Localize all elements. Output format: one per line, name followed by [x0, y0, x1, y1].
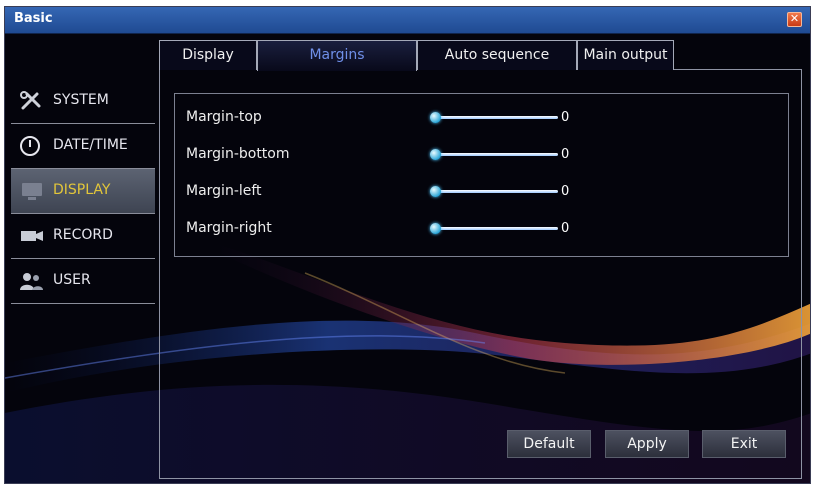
margin-top-label: Margin-top — [186, 109, 262, 125]
sidebar-item-label: USER — [53, 272, 91, 288]
tab-display[interactable]: Display — [159, 40, 257, 70]
sidebar-item-display[interactable]: DISPLAY — [11, 169, 155, 214]
sidebar-item-label: RECORD — [53, 227, 113, 243]
camera-icon — [21, 231, 43, 241]
margin-right-value: 0 — [561, 221, 570, 236]
title-bar: Basic ✕ — [5, 7, 810, 34]
sidebar-item-record[interactable]: RECORD — [11, 214, 155, 259]
basic-window: Basic ✕ SYSTEM DATE/TIME DISPLAY RECORD … — [4, 6, 811, 484]
slider-handle[interactable] — [430, 186, 441, 197]
margin-right-slider[interactable] — [430, 223, 558, 234]
sidebar-item-label: DISPLAY — [53, 182, 111, 198]
margin-left-value: 0 — [561, 184, 570, 199]
sidebar-item-label: SYSTEM — [53, 92, 109, 108]
apply-button[interactable]: Apply — [605, 430, 689, 458]
margin-right-row: Margin-right 0 — [186, 217, 606, 241]
exit-button[interactable]: Exit — [702, 430, 786, 458]
users-icon — [20, 273, 43, 290]
slider-handle[interactable] — [430, 223, 441, 234]
tools-icon — [20, 91, 41, 110]
margin-bottom-label: Margin-bottom — [186, 146, 290, 162]
sidebar: SYSTEM DATE/TIME DISPLAY RECORD USER — [11, 79, 155, 304]
slider-handle[interactable] — [430, 149, 441, 160]
margin-top-slider[interactable] — [430, 112, 558, 123]
margin-left-row: Margin-left 0 — [186, 180, 606, 204]
clock-icon — [20, 136, 40, 156]
sidebar-item-label: DATE/TIME — [53, 137, 128, 153]
sidebar-item-user[interactable]: USER — [11, 259, 155, 304]
margin-right-label: Margin-right — [186, 220, 272, 236]
margin-bottom-value: 0 — [561, 147, 570, 162]
sidebar-item-date-time[interactable]: DATE/TIME — [11, 124, 155, 169]
margin-bottom-row: Margin-bottom 0 — [186, 143, 606, 167]
monitor-icon — [22, 183, 42, 200]
tab-main-output[interactable]: Main output — [577, 40, 674, 70]
margin-top-row: Margin-top 0 — [186, 106, 606, 130]
tab-margins[interactable]: Margins — [257, 40, 417, 71]
slider-handle[interactable] — [430, 112, 441, 123]
margin-top-value: 0 — [561, 110, 570, 125]
margin-left-label: Margin-left — [186, 183, 262, 199]
margin-left-slider[interactable] — [430, 186, 558, 197]
sidebar-item-system[interactable]: SYSTEM — [11, 79, 155, 124]
tab-auto-sequence[interactable]: Auto sequence — [417, 40, 577, 70]
close-icon[interactable]: ✕ — [787, 12, 802, 27]
margin-bottom-slider[interactable] — [430, 149, 558, 160]
window-title: Basic — [14, 11, 53, 26]
default-button[interactable]: Default — [507, 430, 591, 458]
